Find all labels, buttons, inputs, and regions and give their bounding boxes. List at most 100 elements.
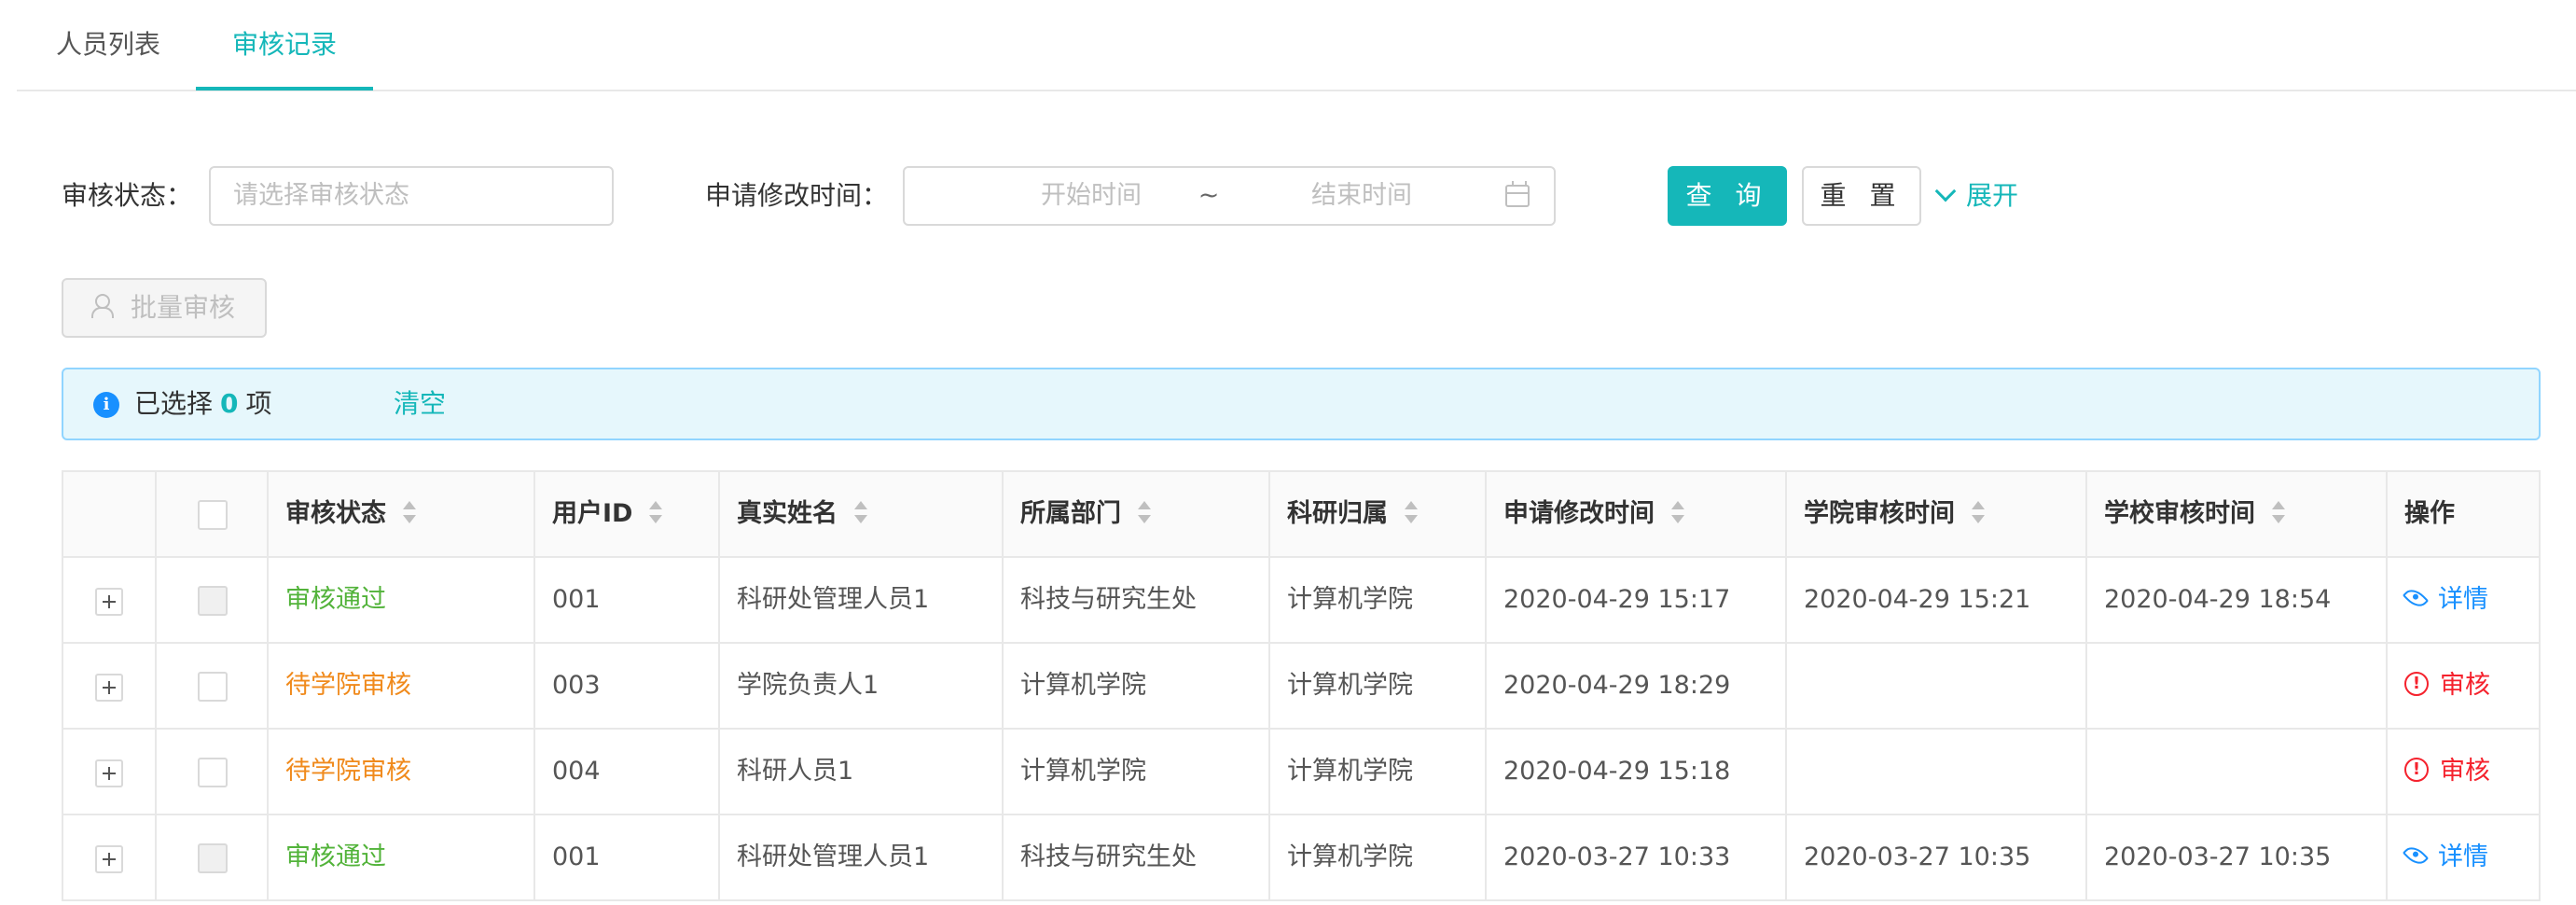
row-expand-cell [63,815,157,901]
row-checkbox[interactable] [198,586,228,616]
review-link[interactable]: ! 审核 [2388,730,2541,815]
column-header-research[interactable]: 科研归属 [1270,472,1487,558]
row-expand-cell [63,558,157,644]
chevron-down-icon [1934,180,1957,202]
row-select-cell [157,730,269,815]
detail-link[interactable]: 详情 [2388,558,2541,644]
row-checkbox[interactable] [198,843,228,873]
exclamation-circle-icon: ! [2404,757,2429,782]
action-label: 详情 [2438,842,2488,871]
table-row: 审核通过 001 科研处管理人员1 科技与研究生处 计算机学院 2020-04-… [63,558,2541,644]
column-header-status[interactable]: 审核状态 [269,472,535,558]
column-header-department[interactable]: 所属部门 [1004,472,1270,558]
user-id-cell: 003 [535,644,720,730]
start-time-input[interactable]: 开始时间 [1007,168,1175,224]
department-cell: 计算机学院 [1004,730,1270,815]
sort-icon[interactable] [649,500,663,523]
row-checkbox[interactable] [198,758,228,787]
status-select[interactable]: 请选择审核状态 [209,166,614,226]
tab-active-indicator [196,87,373,90]
column-header-label: 学校审核时间 [2104,499,2255,528]
review-records-table: 审核状态 用户ID 真实姓名 所属部门 科研归属 申请修改时间 学院审核时间 学… [62,470,2541,901]
column-header-user-id[interactable]: 用户ID [535,472,720,558]
exclamation-circle-icon: ! [2404,671,2429,696]
school-time-cell: 2020-03-27 10:35 [2087,815,2388,901]
name-cell: 科研人员1 [720,730,1004,815]
row-checkbox[interactable] [198,672,228,702]
college-time-cell [1787,644,2087,730]
eye-icon [2402,842,2430,869]
action-label: 审核 [2440,757,2490,786]
sort-icon[interactable] [1972,500,1985,523]
sort-icon[interactable] [2272,500,2285,523]
tab-review-records[interactable]: 审核记录 [196,0,373,91]
column-header-label: 科研归属 [1287,499,1388,528]
eye-icon [2402,584,2430,611]
sort-icon[interactable] [1671,500,1684,523]
user-id-cell: 004 [535,730,720,815]
reset-button[interactable]: 重 置 [1802,166,1921,226]
plus-square-icon[interactable] [95,845,123,873]
apply-time-cell: 2020-04-29 15:17 [1487,558,1787,644]
row-select-cell [157,644,269,730]
school-time-cell: 2020-04-29 18:54 [2087,558,2388,644]
research-cell: 计算机学院 [1270,815,1487,901]
name-cell: 科研处管理人员1 [720,815,1004,901]
college-time-cell: 2020-03-27 10:35 [1787,815,2087,901]
row-select-cell [157,558,269,644]
row-expand-cell [63,730,157,815]
column-header-actions: 操作 [2388,472,2541,558]
batch-review-label: 批量审核 [131,292,236,323]
batch-review-button[interactable]: 批量审核 [62,278,267,338]
user-check-icon [91,294,116,318]
user-id-cell: 001 [535,815,720,901]
clear-selection-link[interactable]: 清空 [394,369,446,439]
sort-icon[interactable] [403,500,416,523]
status-badge: 待学院审核 [269,644,535,730]
detail-link[interactable]: 详情 [2388,815,2541,901]
selection-count: 0 [220,388,239,419]
sort-icon[interactable] [1405,500,1418,523]
column-header-college-time[interactable]: 学院审核时间 [1787,472,2087,558]
column-header-label: 申请修改时间 [1503,499,1655,528]
plus-square-icon[interactable] [95,759,123,787]
school-time-cell [2087,730,2388,815]
column-header-real-name[interactable]: 真实姓名 [720,472,1004,558]
calendar-icon [1505,181,1530,207]
column-header-label: 审核状态 [285,499,386,528]
date-range-picker[interactable]: 开始时间 ~ 结束时间 [903,166,1556,226]
column-header-apply-time[interactable]: 申请修改时间 [1487,472,1787,558]
apply-time-cell: 2020-03-27 10:33 [1487,815,1787,901]
user-id-cell: 001 [535,558,720,644]
tab-bar: 人员列表 审核记录 [17,0,2576,91]
select-all-cell [157,472,269,558]
column-header-label: 所属部门 [1020,499,1121,528]
selection-prefix: 已选择 [134,388,214,419]
department-cell: 计算机学院 [1004,644,1270,730]
college-time-cell [1787,730,2087,815]
research-cell: 计算机学院 [1270,558,1487,644]
name-cell: 科研处管理人员1 [720,558,1004,644]
column-header-label: 学院审核时间 [1804,499,1955,528]
tab-personnel-list[interactable]: 人员列表 [52,0,164,91]
info-circle-icon: i [93,392,119,418]
row-expand-cell [63,644,157,730]
end-time-input[interactable]: 结束时间 [1278,168,1446,224]
plus-square-icon[interactable] [95,588,123,616]
status-badge: 审核通过 [269,558,535,644]
plus-square-icon[interactable] [95,674,123,702]
column-header-school-time[interactable]: 学校审核时间 [2087,472,2388,558]
select-all-checkbox[interactable] [198,500,228,530]
department-cell: 科技与研究生处 [1004,815,1270,901]
sort-icon[interactable] [854,500,867,523]
sort-icon[interactable] [1138,500,1151,523]
department-cell: 科技与研究生处 [1004,558,1270,644]
time-filter-label: 申请修改时间： [705,180,889,211]
table-row: 审核通过 001 科研处管理人员1 科技与研究生处 计算机学院 2020-03-… [63,815,2541,901]
selection-text: 已选择 0 项 [134,369,272,439]
review-link[interactable]: ! 审核 [2388,644,2541,730]
query-button[interactable]: 查 询 [1668,166,1787,226]
column-header-label: 真实姓名 [737,499,838,528]
status-badge: 审核通过 [269,815,535,901]
expand-filters-link[interactable]: 展开 [1934,166,2018,226]
